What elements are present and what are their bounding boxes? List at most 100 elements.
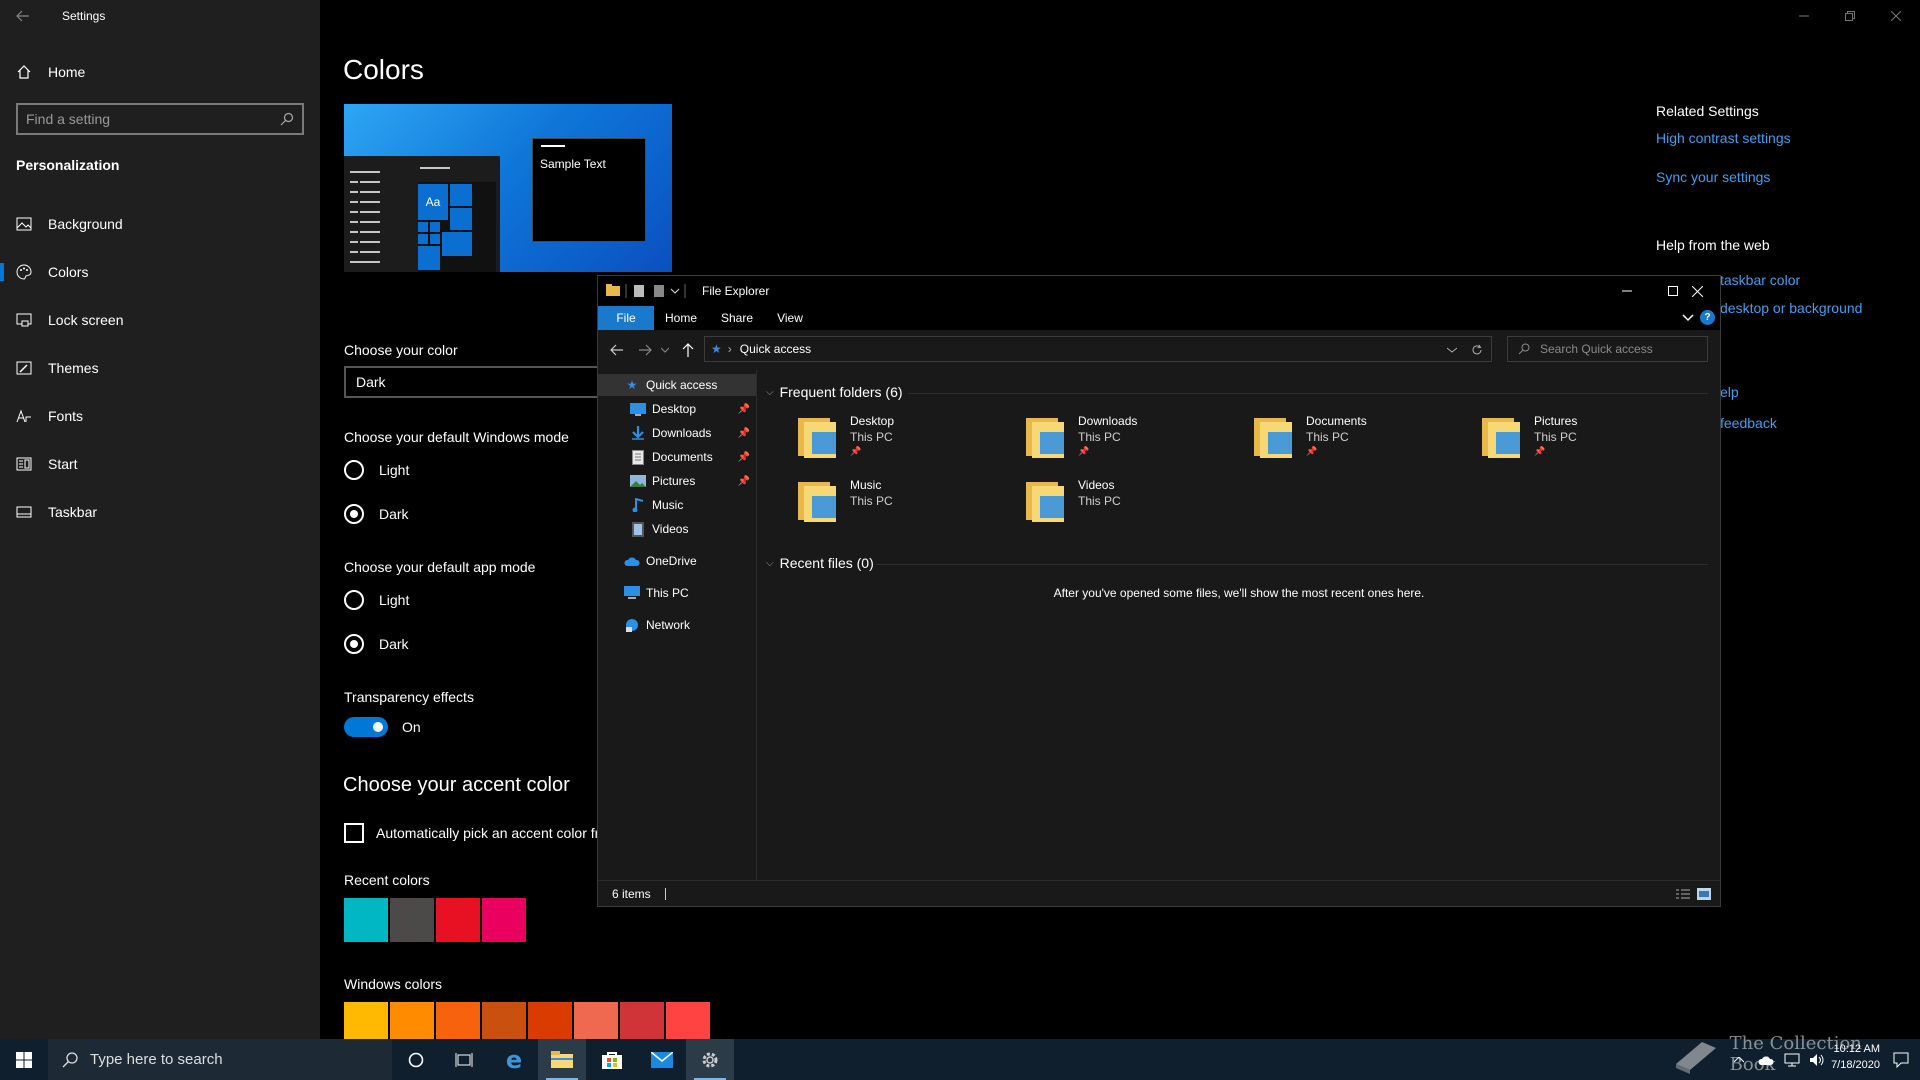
recent-locations-icon[interactable] <box>661 347 669 353</box>
nav-quick-access[interactable]: ★ Quick access <box>598 374 756 396</box>
nav-pictures[interactable]: Pictures 📌 <box>598 470 756 492</box>
related-settings-heading: Related Settings <box>1656 103 1759 119</box>
search-icon <box>62 1051 78 1067</box>
recent-color-swatch[interactable] <box>344 898 388 942</box>
windows-color-swatch[interactable] <box>390 1002 434 1039</box>
nav-documents[interactable]: Documents 📌 <box>598 446 756 468</box>
ribbon-tab-file[interactable]: File <box>598 306 654 330</box>
recent-color-swatch[interactable] <box>436 898 480 942</box>
forward-arrow-icon[interactable] <box>638 344 652 356</box>
edge-button[interactable]: e <box>490 1039 538 1080</box>
toggle-switch[interactable] <box>344 717 388 737</box>
nav-downloads[interactable]: Downloads 📌 <box>598 422 756 444</box>
windows-mode-dark-radio[interactable]: Dark <box>344 504 409 524</box>
ribbon-tab-share[interactable]: Share <box>712 306 762 330</box>
pin-icon: 📌 <box>1078 446 1090 456</box>
minimize-button[interactable] <box>1781 0 1827 32</box>
windows-color-swatch[interactable] <box>666 1002 710 1039</box>
restore-button[interactable] <box>1827 0 1873 32</box>
nav-network[interactable]: Network <box>598 614 756 636</box>
app-mode-light-radio[interactable]: Light <box>344 590 409 610</box>
nav-lock-screen[interactable]: Lock screen <box>0 296 320 344</box>
star-icon: ★ <box>711 342 722 356</box>
nav-background[interactable]: Background <box>0 200 320 248</box>
windows-color-swatch[interactable] <box>344 1002 388 1039</box>
help-link-taskbar-color[interactable]: taskbar color <box>1720 272 1800 288</box>
windows-color-swatch[interactable] <box>482 1002 526 1039</box>
recent-color-swatch[interactable] <box>482 898 526 942</box>
up-arrow-icon[interactable] <box>682 343 694 357</box>
folder-tile[interactable]: Music This PC <box>798 476 1018 526</box>
folder-tile[interactable]: Desktop This PC 📌 <box>798 412 1018 462</box>
pin-icon: 📌 <box>737 475 750 487</box>
sync-settings-link[interactable]: Sync your settings <box>1656 169 1770 185</box>
file-explorer-taskbar-button[interactable] <box>538 1039 586 1080</box>
close-button[interactable] <box>1873 0 1919 32</box>
nav-taskbar[interactable]: Taskbar <box>0 488 320 536</box>
folder-tile[interactable]: Videos This PC <box>1026 476 1246 526</box>
nav-home[interactable]: Home <box>0 48 320 96</box>
folder-name: Videos <box>1078 478 1115 492</box>
nav-desktop[interactable]: Desktop 📌 <box>598 398 756 420</box>
high-contrast-link[interactable]: High contrast settings <box>1656 130 1791 146</box>
windows-color-swatch[interactable] <box>436 1002 480 1039</box>
help-icon[interactable]: ? <box>1700 310 1715 325</box>
frequent-folders-header[interactable]: ⌵ Frequent folders (6) <box>766 384 903 400</box>
pictures-icon <box>630 473 646 489</box>
recent-colors-label: Recent colors <box>344 872 430 888</box>
store-button[interactable] <box>588 1039 636 1080</box>
ribbon-tab-home[interactable]: Home <box>656 306 706 330</box>
windows-color-swatch[interactable] <box>528 1002 572 1039</box>
cortana-button[interactable] <box>392 1039 440 1080</box>
windows-mode-light-radio[interactable]: Light <box>344 460 409 480</box>
back-button[interactable] <box>0 0 46 32</box>
nav-music[interactable]: Music <box>598 494 756 516</box>
ribbon-expand-icon[interactable] <box>1682 314 1694 322</box>
explorer-close-button[interactable] <box>1674 276 1720 306</box>
windows-mode-label: Choose your default Windows mode <box>344 429 569 445</box>
get-help-link[interactable]: elp <box>1720 384 1739 400</box>
folder-tile[interactable]: Pictures This PC 📌 <box>1482 412 1702 462</box>
details-view-icon[interactable] <box>1675 888 1691 900</box>
find-setting-input[interactable] <box>26 111 280 127</box>
help-link-desktop-background[interactable]: desktop or background <box>1720 300 1862 316</box>
nav-onedrive[interactable]: OneDrive <box>598 550 756 572</box>
folder-icon <box>1026 418 1064 458</box>
nav-themes[interactable]: Themes <box>0 344 320 392</box>
nav-videos[interactable]: Videos <box>598 518 756 540</box>
give-feedback-link[interactable]: feedback <box>1720 415 1777 431</box>
folder-tile[interactable]: Downloads This PC 📌 <box>1026 412 1246 462</box>
refresh-icon[interactable] <box>1471 344 1483 356</box>
address-box[interactable]: ★ › Quick access <box>704 336 1492 362</box>
find-setting-box[interactable] <box>16 103 304 135</box>
recent-files-header[interactable]: ⌵ Recent files (0) <box>766 555 874 571</box>
preview-sample-text: Sample Text <box>540 157 606 171</box>
app-mode-dark-radio[interactable]: Dark <box>344 634 409 654</box>
settings-taskbar-button[interactable] <box>686 1039 734 1080</box>
pin-icon: 📌 <box>850 446 862 456</box>
large-icons-view-icon[interactable] <box>1697 888 1711 900</box>
start-button[interactable] <box>0 1039 48 1080</box>
taskbar-search-box[interactable]: Type here to search <box>48 1039 392 1080</box>
minimize-icon <box>1622 290 1632 292</box>
home-icon <box>16 64 32 80</box>
auto-pick-checkbox[interactable]: Automatically pick an accent color fr <box>344 823 599 843</box>
nav-start[interactable]: Start <box>0 440 320 488</box>
explorer-minimize-button[interactable] <box>1604 276 1650 306</box>
nav-colors[interactable]: Colors <box>0 248 320 296</box>
quick-access-toolbar-icon[interactable] <box>606 283 696 299</box>
windows-color-swatch[interactable] <box>574 1002 618 1039</box>
transparency-toggle[interactable]: On <box>344 717 421 737</box>
explorer-search-box[interactable]: Search Quick access <box>1507 336 1708 362</box>
folder-tile[interactable]: Documents This PC 📌 <box>1254 412 1474 462</box>
recent-color-swatch[interactable] <box>390 898 434 942</box>
choose-color-dropdown[interactable]: Dark <box>344 366 604 398</box>
task-view-button[interactable] <box>440 1039 488 1080</box>
windows-color-swatch[interactable] <box>620 1002 664 1039</box>
nav-fonts[interactable]: Fonts <box>0 392 320 440</box>
mail-button[interactable] <box>638 1039 686 1080</box>
nav-this-pc[interactable]: This PC <box>598 582 756 604</box>
address-dropdown-icon[interactable] <box>1447 347 1457 353</box>
ribbon-tab-view[interactable]: View <box>768 306 812 330</box>
back-arrow-icon[interactable] <box>610 344 624 356</box>
